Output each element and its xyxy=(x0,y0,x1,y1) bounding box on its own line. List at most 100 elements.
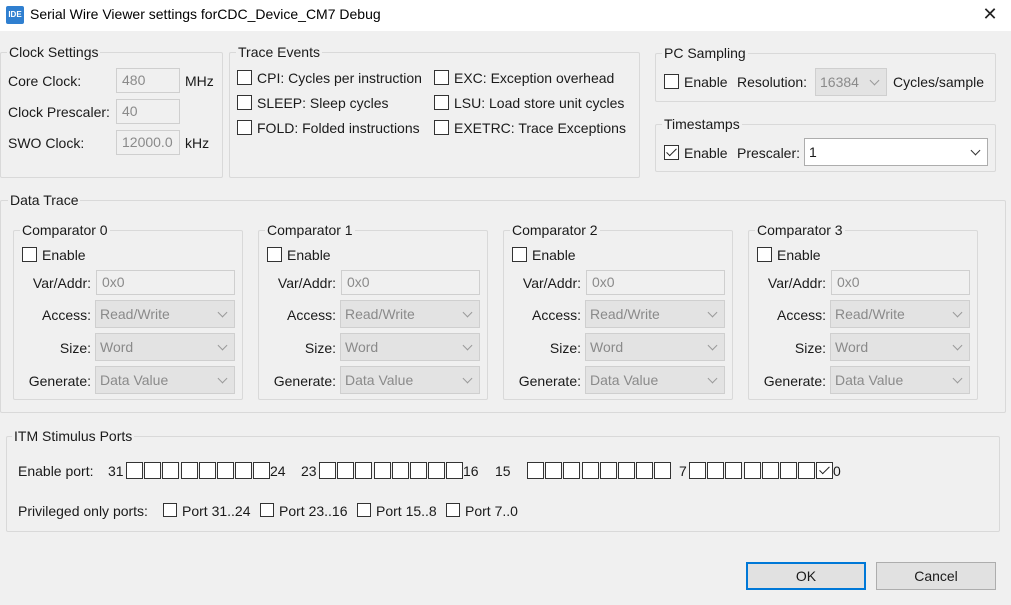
trace-events-label: Trace Events xyxy=(236,44,322,60)
itm-port-0-checkbox[interactable] xyxy=(816,462,834,479)
comparator-1-title: Comparator 1 xyxy=(265,222,355,238)
itm-port-3-checkbox[interactable] xyxy=(761,462,779,479)
itm-port-24-checkbox[interactable] xyxy=(253,462,271,479)
trace-exc-checkbox[interactable] xyxy=(434,70,449,85)
clock-prescaler-field[interactable]: 40 xyxy=(116,99,180,124)
privileged-port-15-8-label: Port 15..8 xyxy=(376,503,437,519)
itm-port-4-checkbox[interactable] xyxy=(743,462,761,479)
itm-port-17-checkbox[interactable] xyxy=(428,462,446,479)
privileged-port-15-8-checkbox[interactable] xyxy=(357,503,371,517)
comparator-0-title: Comparator 0 xyxy=(20,222,110,238)
comparator-2-var-field[interactable]: 0x0 xyxy=(586,270,725,295)
comparator-3-access-select[interactable]: Read/Write xyxy=(830,300,970,328)
privileged-port-23-16-checkbox[interactable] xyxy=(260,503,274,517)
itm-port-22-checkbox[interactable] xyxy=(337,462,355,479)
itm-port-31-checkbox[interactable] xyxy=(126,462,143,479)
privileged-port-31-24-checkbox[interactable] xyxy=(163,503,177,517)
itm-port-21-checkbox[interactable] xyxy=(355,462,373,479)
itm-port-10-checkbox[interactable] xyxy=(618,462,635,479)
comparator-1-access-select[interactable]: Read/Write xyxy=(340,300,480,328)
itm-port-20-checkbox[interactable] xyxy=(373,462,391,479)
itm-port-14-checkbox[interactable] xyxy=(545,462,563,479)
comparator-2-size-select[interactable]: Word xyxy=(585,333,725,361)
comparator-0-var-field[interactable]: 0x0 xyxy=(96,270,235,295)
port-group-2-high: 15 xyxy=(495,463,511,479)
ok-button[interactable]: OK xyxy=(746,562,866,590)
comparator-0-size-value: Word xyxy=(100,339,134,355)
itm-port-19-checkbox[interactable] xyxy=(391,462,409,479)
comparator-1-access-value: Read/Write xyxy=(345,306,415,322)
comparator-2-enable-checkbox[interactable] xyxy=(512,247,527,262)
comparator-3-var-label: Var/Addr: xyxy=(767,275,826,291)
itm-port-1-checkbox[interactable] xyxy=(798,462,816,479)
itm-port-8-checkbox[interactable] xyxy=(654,462,672,479)
itm-port-23-checkbox[interactable] xyxy=(319,462,336,479)
itm-port-30-checkbox[interactable] xyxy=(144,462,162,479)
itm-port-6-checkbox[interactable] xyxy=(707,462,725,479)
chevron-down-icon xyxy=(952,340,963,351)
trace-cpi-checkbox[interactable] xyxy=(237,70,252,85)
core-clock-unit: MHz xyxy=(185,73,214,89)
pc-resolution-value: 16384 xyxy=(820,74,859,90)
pc-sampling-enable-checkbox[interactable] xyxy=(664,74,679,89)
comparator-1-generate-value: Data Value xyxy=(345,372,414,388)
comparator-3-enable-checkbox[interactable] xyxy=(757,247,772,262)
port-group-3-high: 7 xyxy=(679,463,687,479)
trace-sleep-checkbox[interactable] xyxy=(237,95,252,110)
itm-port-25-checkbox[interactable] xyxy=(235,462,253,479)
itm-port-18-checkbox[interactable] xyxy=(410,462,427,479)
timestamps-enable-checkbox[interactable] xyxy=(664,145,679,160)
itm-port-27-checkbox[interactable] xyxy=(198,462,216,479)
comparator-3-generate-select[interactable]: Data Value xyxy=(830,366,970,394)
comparator-0-generate-select[interactable]: Data Value xyxy=(95,366,235,394)
cancel-button[interactable]: Cancel xyxy=(876,562,996,590)
port-group-1-low: 16 xyxy=(463,463,479,479)
timestamps-prescaler-select[interactable]: 1 xyxy=(804,138,988,166)
comparator-1-enable-checkbox[interactable] xyxy=(267,247,282,262)
swo-clock-field[interactable]: 12000.0 xyxy=(116,130,180,155)
comparator-1-var-field[interactable]: 0x0 xyxy=(341,270,480,295)
itm-port-2-checkbox[interactable] xyxy=(780,462,797,479)
comparator-3-enable-label: Enable xyxy=(777,247,821,263)
itm-port-11-checkbox[interactable] xyxy=(599,462,617,479)
comparator-2-generate-select[interactable]: Data Value xyxy=(585,366,725,394)
app-icon: IDE xyxy=(6,6,24,24)
chevron-down-icon xyxy=(462,307,473,318)
itm-port-28-checkbox[interactable] xyxy=(180,462,198,479)
comparator-0-access-label: Access: xyxy=(41,307,91,323)
itm-port-9-checkbox[interactable] xyxy=(636,462,654,479)
itm-port-12-checkbox[interactable] xyxy=(581,462,599,479)
close-icon[interactable]: ✕ xyxy=(979,2,1001,26)
trace-exetrc-checkbox[interactable] xyxy=(434,120,449,135)
timestamps-prescaler-value: 1 xyxy=(809,144,817,160)
comparator-3-size-select[interactable]: Word xyxy=(830,333,970,361)
itm-port-5-checkbox[interactable] xyxy=(725,462,743,479)
comparator-3-var-field[interactable]: 0x0 xyxy=(831,270,970,295)
chevron-down-icon xyxy=(869,75,880,86)
core-clock-field[interactable]: 480 xyxy=(116,68,180,93)
comparator-1-size-select[interactable]: Word xyxy=(340,333,480,361)
comparator-0-size-select[interactable]: Word xyxy=(95,333,235,361)
core-clock-label: Core Clock: xyxy=(8,73,82,89)
itm-port-15-checkbox[interactable] xyxy=(527,462,544,479)
comparator-3-access-label: Access: xyxy=(776,307,826,323)
comparator-2-generate-value: Data Value xyxy=(590,372,659,388)
itm-port-13-checkbox[interactable] xyxy=(563,462,581,479)
comparator-2-access-select[interactable]: Read/Write xyxy=(585,300,725,328)
pc-resolution-select[interactable]: 16384 xyxy=(815,68,887,96)
comparator-0-enable-checkbox[interactable] xyxy=(22,247,37,262)
itm-port-26-checkbox[interactable] xyxy=(217,462,234,479)
comparator-1-generate-select[interactable]: Data Value xyxy=(340,366,480,394)
comparator-2-access-value: Read/Write xyxy=(590,306,660,322)
chevron-down-icon xyxy=(462,340,473,351)
comparator-1-size-value: Word xyxy=(345,339,379,355)
trace-fold-checkbox[interactable] xyxy=(237,120,252,135)
chevron-down-icon xyxy=(462,373,473,384)
privileged-port-7-0-checkbox[interactable] xyxy=(446,503,460,517)
itm-port-7-checkbox[interactable] xyxy=(689,462,706,479)
itm-port-29-checkbox[interactable] xyxy=(162,462,180,479)
trace-lsu-checkbox[interactable] xyxy=(434,95,449,110)
trace-exetrc-label: EXETRC: Trace Exceptions xyxy=(454,120,626,136)
comparator-0-access-select[interactable]: Read/Write xyxy=(95,300,235,328)
itm-port-16-checkbox[interactable] xyxy=(446,462,464,479)
